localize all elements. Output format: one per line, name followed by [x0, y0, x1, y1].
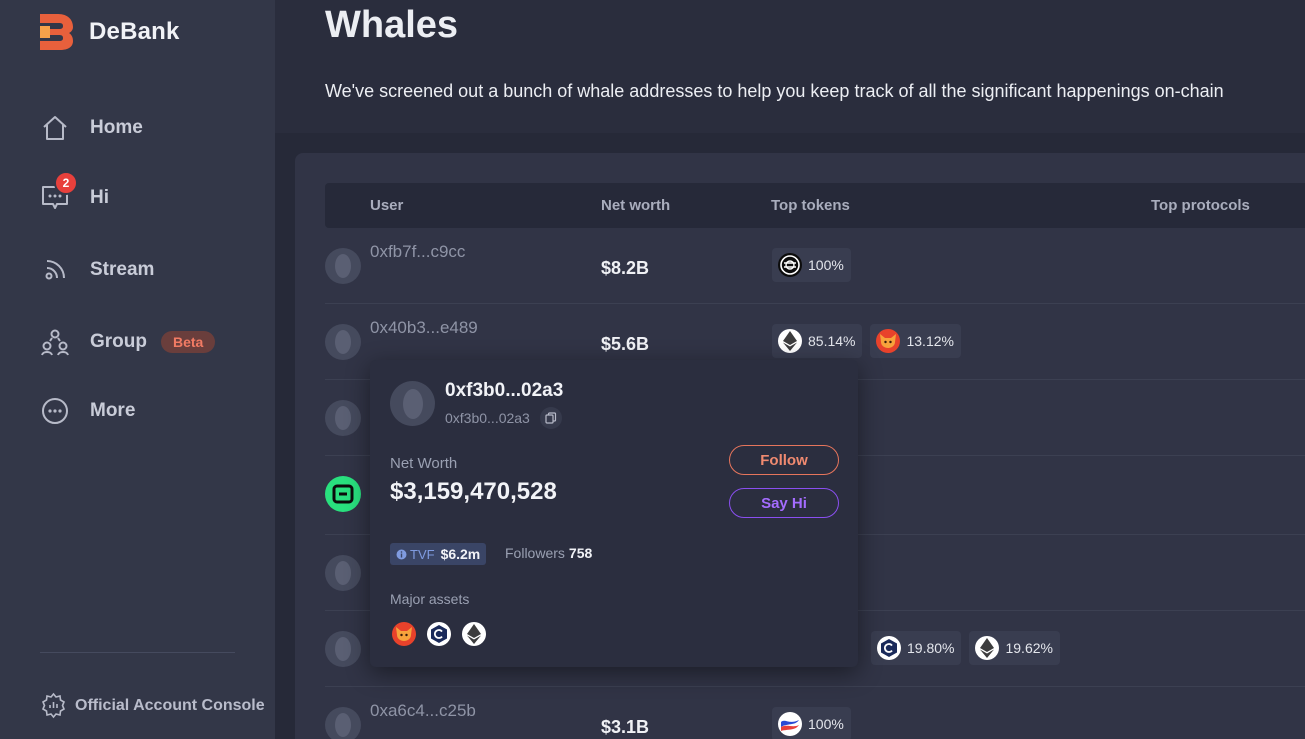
- page-header: Whales We've screened out a bunch of wha…: [275, 0, 1305, 133]
- followers-label: Followers: [505, 545, 565, 561]
- crypto-com-token-icon: [877, 636, 901, 660]
- major-assets: [392, 622, 486, 646]
- sidebar-item-group[interactable]: Group Beta: [40, 326, 216, 358]
- sidebar-item-label: More: [90, 400, 136, 421]
- net-worth-value: $5.6B: [601, 334, 650, 354]
- token-percentage: 19.62%: [1005, 640, 1053, 656]
- console-label: Official Account Console: [75, 696, 265, 714]
- sidebar-item-label: Group: [90, 331, 147, 352]
- info-icon: [396, 549, 407, 559]
- sidebar-item-label: Hi: [90, 187, 109, 208]
- top-tokens: 85.14% 13.12%: [772, 324, 961, 358]
- sidebar: DeBank Home 2 Hi Stream Group Beta More: [0, 0, 275, 739]
- table-header: User Net worth Top tokens Top protocols: [325, 183, 1305, 228]
- sidebar-item-stream[interactable]: Stream: [40, 254, 154, 286]
- token-percentage: 100%: [808, 716, 844, 732]
- tvf-badge: TVF $6.2m: [390, 543, 487, 565]
- chat-icon: 2: [40, 171, 78, 213]
- tvf-value: $6.2m: [440, 546, 481, 562]
- beta-badge: Beta: [161, 331, 216, 353]
- token-percentage: 13.12%: [906, 333, 954, 349]
- popover-address-row: 0xf3b0...02a3: [445, 407, 562, 429]
- token-chip[interactable]: 85.14%: [772, 324, 863, 358]
- crypto-com-token-icon: [427, 622, 451, 646]
- official-account-console-link[interactable]: Official Account Console: [40, 692, 265, 719]
- avatar[interactable]: [325, 476, 361, 512]
- net-worth-value: $3.1B: [601, 717, 650, 737]
- token-chip[interactable]: 100%: [772, 707, 851, 739]
- column-header-user[interactable]: User: [370, 197, 403, 214]
- column-header-top-protocols: Top protocols: [1151, 197, 1250, 214]
- user-address[interactable]: 0xfb7f...c9cc: [370, 242, 465, 262]
- console-icon: [41, 692, 66, 719]
- major-assets-label: Major assets: [390, 591, 470, 607]
- user-address[interactable]: 0xa6c4...c25b: [370, 701, 476, 721]
- page-description: We've screened out a bunch of whale addr…: [325, 81, 1224, 101]
- home-icon: [40, 113, 70, 143]
- token-chip[interactable]: 13.12%: [870, 324, 961, 358]
- top-tokens: 100%: [772, 248, 851, 282]
- brand-name: DeBank: [89, 18, 180, 45]
- net-worth-value: $8.2B: [601, 258, 650, 278]
- follow-button[interactable]: Follow: [729, 445, 839, 475]
- column-header-net-worth[interactable]: Net worth: [601, 197, 670, 214]
- sidebar-item-label: Home: [90, 117, 143, 138]
- eth-token-icon: [975, 636, 1000, 660]
- followers-value: 758: [568, 545, 593, 561]
- sidebar-item-home[interactable]: Home: [40, 112, 143, 144]
- token-percentage: 19.80%: [907, 640, 955, 656]
- avatar[interactable]: [325, 248, 361, 284]
- top-tokens: 19.80% 19.62%: [871, 631, 1060, 665]
- token-chip[interactable]: 19.80%: [871, 631, 962, 665]
- user-address[interactable]: 0x40b3...e489: [370, 318, 478, 338]
- eth-token-icon: [778, 329, 802, 353]
- net-worth-label: Net Worth: [390, 455, 458, 472]
- sidebar-divider: [40, 652, 235, 653]
- wormhole-token-icon: [778, 253, 802, 277]
- brand-logo[interactable]: DeBank: [40, 14, 180, 50]
- page-title: Whales: [325, 4, 459, 46]
- sidebar-item-label: Stream: [90, 259, 155, 280]
- group-icon: [40, 327, 70, 357]
- column-header-top-tokens: Top tokens: [771, 197, 850, 214]
- token-percentage: 100%: [808, 257, 844, 273]
- more-icon: [40, 396, 70, 426]
- rss-icon: [40, 255, 70, 285]
- table-row[interactable]: 0xfb7f...c9cc $8.2B 100%: [325, 228, 1305, 304]
- token-percentage: 85.14%: [808, 333, 856, 349]
- copy-icon[interactable]: [539, 407, 562, 429]
- token-chip[interactable]: 100%: [772, 248, 851, 282]
- avatar[interactable]: [325, 324, 361, 360]
- tvf-label: TVF: [410, 546, 435, 562]
- avatar[interactable]: [325, 707, 361, 739]
- popover-user-name[interactable]: 0xf3b0...02a3: [445, 380, 563, 402]
- sidebar-item-more[interactable]: More: [40, 395, 135, 427]
- shib-token-icon: [392, 622, 416, 646]
- user-profile-popover: 0xf3b0...02a3 0xf3b0...02a3 Net Worth $3…: [370, 360, 858, 667]
- table-row[interactable]: 0xa6c4...c25b $3.1B 100%: [325, 687, 1305, 739]
- shib-token-icon: [876, 329, 901, 353]
- avatar[interactable]: [325, 555, 361, 591]
- avatar: [390, 381, 435, 426]
- debank-logo-icon: [40, 14, 73, 50]
- top-tokens: 100%: [772, 707, 851, 739]
- lido-token-icon: [778, 712, 802, 736]
- say-hi-button[interactable]: Say Hi: [729, 488, 839, 518]
- avatar[interactable]: [325, 631, 361, 667]
- popover-address: 0xf3b0...02a3: [445, 410, 530, 426]
- token-chip[interactable]: 19.62%: [969, 631, 1060, 665]
- unread-badge: 2: [54, 171, 78, 195]
- followers-count[interactable]: Followers 758: [505, 545, 592, 561]
- sidebar-item-hi[interactable]: 2 Hi: [40, 171, 109, 214]
- avatar[interactable]: [325, 400, 361, 436]
- eth-token-icon: [462, 622, 486, 646]
- net-worth-value: $3,159,470,528: [390, 478, 557, 505]
